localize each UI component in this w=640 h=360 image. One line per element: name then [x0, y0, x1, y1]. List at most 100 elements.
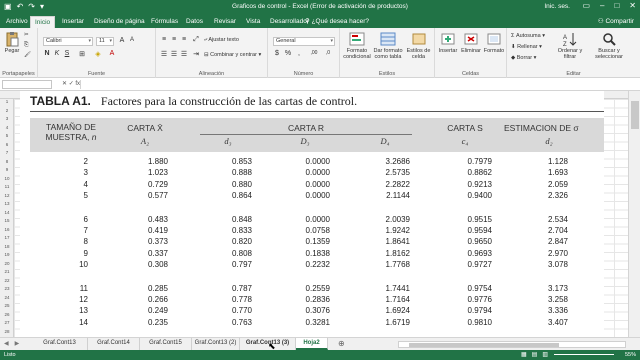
row-header[interactable]: 18 — [0, 244, 14, 249]
row-header[interactable]: 12 — [0, 193, 14, 198]
prev-sheet-icon[interactable]: ◀ — [4, 340, 9, 347]
vertical-scrollbar[interactable] — [628, 91, 640, 337]
fill-color-icon[interactable]: ◈ — [94, 50, 102, 58]
copy-icon[interactable]: ⎘ — [24, 42, 28, 49]
align-left-icon[interactable]: ☰ — [160, 50, 168, 58]
horizontal-scroll-thumb[interactable] — [409, 343, 559, 347]
paste-button[interactable]: Pegar — [3, 31, 21, 54]
increase-decimal-icon[interactable]: ,00 — [308, 50, 320, 56]
tab-inicio[interactable]: Inicio — [30, 16, 56, 28]
next-sheet-icon[interactable]: ▶ — [15, 340, 20, 347]
worksheet-grid[interactable]: 1 2 3 4 5 6 7 8 9 10 11 12 13 14 15 16 17 18 19 20 21 22 23 24 2… — [0, 91, 640, 337]
autosum-button[interactable]: Σ Autosuma ▾ — [511, 33, 545, 39]
row-header[interactable]: 9 — [0, 167, 14, 172]
formula-input[interactable] — [80, 80, 636, 89]
horizontal-scrollbar[interactable] — [398, 341, 626, 348]
row-header[interactable]: 25 — [0, 303, 14, 308]
row-header[interactable]: 11 — [0, 184, 14, 189]
bold-icon[interactable]: N — [43, 50, 51, 57]
tab-archivo[interactable]: Archivo — [2, 16, 32, 28]
row-header[interactable]: 19 — [0, 252, 14, 257]
align-bottom-icon[interactable]: ≡ — [180, 36, 188, 43]
underline-icon[interactable]: S — [63, 50, 71, 57]
zoom-slider[interactable] — [554, 354, 614, 355]
sheet-tab-graf-cont13-2[interactable]: Graf.Cont13 (2) — [192, 338, 240, 350]
sheet-tab-hoja2[interactable]: Hoja2 — [296, 338, 328, 350]
row-header[interactable]: 7 — [0, 150, 14, 155]
normal-view-icon[interactable]: ▦ — [521, 351, 527, 358]
sheet-tab-graf-cont15[interactable]: Graf.Cont15 — [140, 338, 192, 350]
font-name-select[interactable]: Calibri — [43, 37, 93, 46]
tab-revisar[interactable]: Revisar — [210, 16, 240, 28]
maximize-icon[interactable]: □ — [614, 1, 619, 10]
percent-icon[interactable]: % — [284, 50, 292, 57]
row-header[interactable]: 6 — [0, 142, 14, 147]
delete-cells-button[interactable]: Eliminar — [460, 31, 482, 54]
name-box[interactable] — [2, 80, 52, 89]
font-color-icon[interactable]: A — [108, 50, 116, 57]
indent-icon[interactable]: ⇥ — [192, 50, 200, 58]
format-cells-button[interactable]: Formato — [483, 31, 505, 54]
format-painter-icon[interactable]: 🖌 — [24, 52, 31, 58]
row-header[interactable]: 21 — [0, 269, 14, 274]
currency-icon[interactable]: $ — [273, 50, 281, 57]
function-icon[interactable]: ✕ ✓ fx — [62, 80, 80, 87]
row-header[interactable]: 1 — [0, 99, 14, 104]
borders-icon[interactable]: ⊞ — [78, 50, 86, 58]
row-header[interactable]: 2 — [0, 108, 14, 113]
row-header[interactable]: 26 — [0, 312, 14, 317]
row-header[interactable]: 22 — [0, 278, 14, 283]
decrease-decimal-icon[interactable]: ,0 — [322, 50, 334, 56]
add-sheet-icon[interactable]: ⊕ — [338, 339, 345, 348]
format-as-table-button[interactable]: Dar formato como tabla — [373, 31, 403, 60]
row-header[interactable]: 13 — [0, 201, 14, 206]
row-header[interactable]: 20 — [0, 261, 14, 266]
account-signin[interactable]: Inic. ses. — [544, 3, 570, 10]
cell-styles-button[interactable]: Estilos de celda — [404, 31, 433, 60]
fill-button[interactable]: ⬇ Rellenar ▾ — [511, 44, 542, 50]
zoom-level[interactable]: 55% — [625, 352, 636, 358]
align-center-icon[interactable]: ☰ — [170, 50, 178, 58]
align-right-icon[interactable]: ☰ — [180, 50, 188, 58]
sort-filter-button[interactable]: AZ Ordenar y filtrar — [553, 31, 587, 60]
tab-formulas[interactable]: Fórmulas — [147, 16, 182, 28]
row-header[interactable]: 15 — [0, 218, 14, 223]
grow-font-icon[interactable]: A — [118, 37, 126, 44]
tab-datos[interactable]: Datos — [182, 16, 207, 28]
sheet-tab-graf-cont13[interactable]: Graf.Cont13 — [32, 338, 88, 350]
row-header[interactable]: 14 — [0, 210, 14, 215]
row-header[interactable]: 17 — [0, 235, 14, 240]
comma-style-icon[interactable]: , — [295, 50, 303, 57]
page-break-icon[interactable]: ▥ — [542, 351, 548, 358]
tab-insertar[interactable]: Insertar — [58, 16, 88, 28]
align-middle-icon[interactable]: ≡ — [170, 36, 178, 43]
table-image[interactable]: TABLA A1. Factores para la construcción d… — [20, 91, 604, 337]
row-header[interactable]: 24 — [0, 295, 14, 300]
tab-diseno-pagina[interactable]: Diseño de página — [90, 16, 149, 28]
find-select-button[interactable]: Buscar y seleccionar — [589, 31, 629, 60]
cut-icon[interactable]: ✂ — [24, 32, 29, 38]
row-header[interactable]: 4 — [0, 125, 14, 130]
number-format-select[interactable]: General — [273, 37, 335, 46]
close-icon[interactable]: ✕ — [629, 1, 636, 10]
page-layout-icon[interactable]: ▤ — [532, 351, 538, 358]
minimize-icon[interactable]: – — [600, 1, 604, 10]
clear-button[interactable]: ◆ Borrar ▾ — [511, 55, 536, 61]
row-header[interactable]: 10 — [0, 176, 14, 181]
share-button[interactable]: ⚇ Compartir — [598, 17, 634, 25]
tab-vista[interactable]: Vista — [242, 16, 264, 28]
vertical-scroll-thumb[interactable] — [631, 101, 639, 129]
tell-me-search[interactable]: ⚲ ¿Qué desea hacer? — [305, 17, 369, 25]
sheet-tab-graf-cont14[interactable]: Graf.Cont14 — [88, 338, 140, 350]
row-header[interactable]: 23 — [0, 286, 14, 291]
wrap-text-button[interactable]: ⤶ Ajustar texto — [204, 37, 239, 44]
conditional-format-button[interactable]: Formato condicional — [342, 31, 372, 60]
row-header[interactable]: 3 — [0, 116, 14, 121]
row-header[interactable]: 8 — [0, 159, 14, 164]
shrink-font-icon[interactable]: A — [128, 37, 136, 43]
merge-center-button[interactable]: ⊟ Combinar y centrar ▾ — [204, 52, 261, 58]
italic-icon[interactable]: K — [53, 50, 61, 57]
row-header[interactable]: 5 — [0, 133, 14, 138]
orientation-icon[interactable]: ⤢ — [192, 36, 200, 44]
row-header[interactable]: 28 — [0, 329, 14, 334]
